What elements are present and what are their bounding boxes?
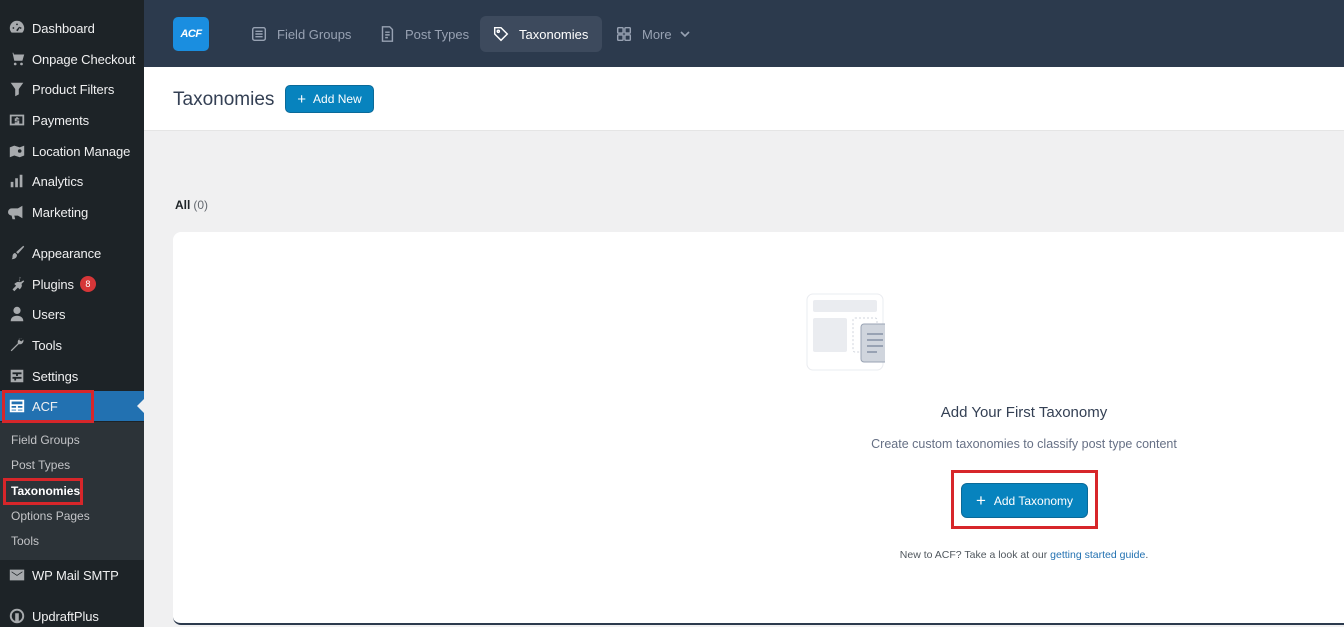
getting-started-link[interactable]: getting started guide: [1050, 549, 1145, 561]
submenu-item-taxonomies[interactable]: Taxonomies: [11, 484, 80, 498]
plugins-update-badge: 8: [79, 276, 96, 292]
sidebar-item-label: Payments: [32, 112, 90, 128]
tab-taxonomies[interactable]: Taxonomies: [480, 16, 603, 52]
tab-label: More: [642, 26, 672, 42]
sidebar-item-marketing[interactable]: Marketing: [0, 197, 144, 227]
sidebar-item-appearance[interactable]: Appearance: [0, 238, 144, 268]
submenu-item-tools[interactable]: Tools: [11, 534, 39, 548]
paintbrush-icon: [0, 244, 32, 262]
sidebar-item-label: Appearance: [32, 245, 102, 261]
sidebar-item-product-filters[interactable]: Product Filters: [0, 74, 144, 104]
sidebar-item-users[interactable]: Users: [0, 299, 144, 329]
sidebar-item-label: Plugins: [32, 276, 74, 292]
chevron-down-icon: [680, 31, 690, 38]
tag-icon: [493, 26, 509, 42]
sidebar-item-label: Onpage Checkout: [32, 51, 136, 67]
field-groups-icon: [251, 26, 267, 42]
sidebar-item-acf[interactable]: ACF: [0, 391, 144, 421]
submenu-item-post-types[interactable]: Post Types: [11, 458, 70, 472]
tab-field-groups[interactable]: Field Groups: [238, 16, 365, 52]
acf-submenu: Field Groups Post Types Taxonomies Optio…: [0, 422, 144, 560]
submenu-item-field-groups[interactable]: Field Groups: [11, 433, 80, 447]
acf-table-icon: [0, 397, 32, 415]
cart-icon: [0, 50, 32, 68]
sidebar-item-payments[interactable]: Payments: [0, 105, 144, 135]
page-header: Taxonomies + Add New: [144, 67, 1344, 131]
current-menu-arrow: [137, 399, 144, 413]
sidebar-item-wp-mail-smtp[interactable]: WP Mail SMTP: [0, 560, 144, 590]
sidebar-item-label: Product Filters: [32, 81, 115, 97]
add-taxonomy-button[interactable]: + Add Taxonomy: [961, 483, 1088, 518]
empty-taxonomy-illustration-icon: [806, 293, 885, 371]
tab-label: Taxonomies: [519, 26, 589, 42]
location-icon: [0, 142, 32, 160]
sidebar-item-label: Marketing: [32, 204, 89, 220]
sidebar-item-location-manage[interactable]: Location Manage: [0, 136, 144, 166]
acf-topbar: ACF Field Groups Post Types Taxonomies M…: [144, 0, 1344, 67]
dashboard-icon: [0, 19, 32, 37]
page-title: Taxonomies: [173, 89, 275, 110]
sidebar-item-label: WP Mail SMTP: [32, 567, 119, 583]
tab-more[interactable]: More: [603, 16, 704, 52]
empty-state-card: [173, 232, 1344, 625]
sidebar-item-label: Settings: [32, 368, 79, 384]
analytics-icon: [0, 172, 32, 190]
sidebar-item-label: Users: [32, 306, 66, 322]
submenu-item-options-pages[interactable]: Options Pages: [11, 509, 90, 523]
post-types-icon: [381, 26, 394, 42]
filter-all-count: (0): [193, 198, 209, 212]
sidebar-item-plugins[interactable]: Plugins 8: [0, 269, 144, 299]
tab-post-types[interactable]: Post Types: [366, 16, 483, 52]
filter-all[interactable]: All (0): [175, 198, 208, 212]
admin-sidebar: Dashboard Onpage Checkout Product Filter…: [0, 0, 144, 627]
tab-label: Field Groups: [277, 26, 352, 42]
sidebar-item-dashboard[interactable]: Dashboard: [0, 13, 144, 43]
tab-label: Post Types: [405, 26, 470, 42]
plus-icon: +: [297, 90, 307, 108]
empty-state-description: Create custom taxonomies to classify pos…: [871, 437, 1177, 451]
sidebar-item-updraftplus[interactable]: UpdraftPlus: [0, 601, 144, 627]
empty-state-title: Add Your First Taxonomy: [940, 404, 1108, 421]
help-suffix: .: [1145, 549, 1149, 561]
sidebar-item-onpage-checkout[interactable]: Onpage Checkout: [0, 44, 144, 74]
sidebar-item-analytics[interactable]: Analytics: [0, 166, 144, 196]
sidebar-item-label: Tools: [32, 337, 62, 353]
sidebar-item-settings[interactable]: Settings: [0, 361, 144, 391]
add-taxonomy-label: Add Taxonomy: [993, 493, 1074, 508]
settings-icon: [0, 367, 32, 385]
users-icon: [0, 305, 32, 323]
sidebar-item-label: UpdraftPlus: [32, 608, 99, 624]
filter-all-label: All: [175, 198, 191, 212]
add-new-button[interactable]: + Add New: [285, 85, 374, 113]
grid-icon: [616, 26, 632, 42]
sidebar-item-label: Analytics: [32, 173, 84, 189]
add-new-label: Add New: [313, 92, 362, 106]
acf-logo[interactable]: ACF: [173, 17, 209, 51]
sidebar-item-label: Dashboard: [32, 20, 95, 36]
filter-icon: [0, 80, 32, 98]
help-text: New to ACF? Take a look at our getting s…: [848, 549, 1200, 561]
mail-icon: [0, 566, 32, 584]
wrench-icon: [0, 336, 32, 354]
help-prefix: New to ACF? Take a look at our: [899, 549, 1048, 561]
plugin-icon: [0, 275, 32, 293]
plus-icon: +: [975, 491, 986, 510]
dollar-icon: [0, 111, 32, 129]
updraft-icon: [0, 607, 32, 625]
sidebar-item-tools[interactable]: Tools: [0, 330, 144, 360]
megaphone-icon: [0, 203, 32, 221]
sidebar-item-label: Location Manage: [32, 143, 131, 159]
sidebar-item-label: ACF: [32, 398, 58, 414]
